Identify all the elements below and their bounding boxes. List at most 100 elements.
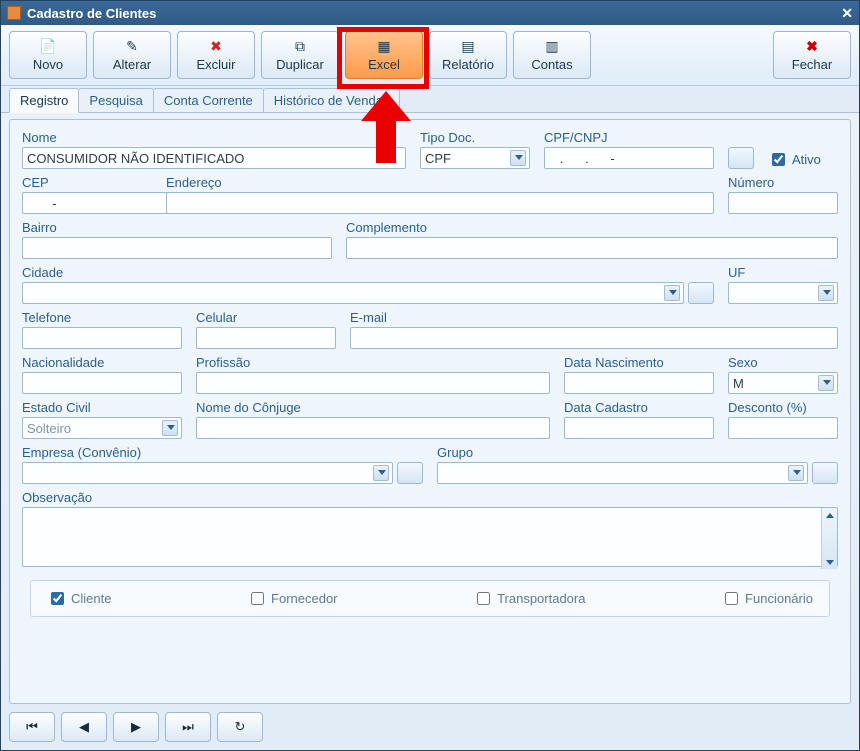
fechar-button[interactable]: ✖ Fechar: [773, 31, 851, 79]
excel-icon: ▦: [376, 39, 392, 55]
novo-label: Novo: [33, 57, 63, 72]
label-cpf-cnpj: CPF/CNPJ: [544, 130, 714, 145]
titlebar: Cadastro de Clientes ✕: [1, 1, 859, 25]
select-empresa[interactable]: [22, 462, 393, 484]
first-record-button[interactable]: ⏮: [9, 712, 55, 742]
label-fornecedor: Fornecedor: [271, 591, 337, 606]
label-profissao: Profissão: [196, 355, 550, 370]
checkbox-cliente[interactable]: Cliente: [47, 589, 111, 608]
input-endereco[interactable]: [166, 192, 714, 214]
record-navbar: ⏮ ◀ ▶ ⏭ ↻: [9, 712, 851, 742]
label-data-cadastro: Data Cadastro: [564, 400, 714, 415]
prev-record-button[interactable]: ◀: [61, 712, 107, 742]
label-endereco: Endereço: [166, 175, 714, 190]
lookup-doc-button[interactable]: [728, 147, 754, 169]
duplicar-button[interactable]: ⧉ Duplicar: [261, 31, 339, 79]
label-cliente: Cliente: [71, 591, 111, 606]
label-data-nascimento: Data Nascimento: [564, 355, 714, 370]
window-close-button[interactable]: ✕: [841, 5, 853, 22]
form-registro: Nome Tipo Doc. CPF/CNPJ: [9, 119, 851, 704]
contas-button[interactable]: ▥ Contas: [513, 31, 591, 79]
checkbox-transportadora-input[interactable]: [477, 592, 490, 605]
app-window: Cadastro de Clientes ✕ 📄 Novo ✎ Alterar …: [0, 0, 860, 751]
input-numero[interactable]: [728, 192, 838, 214]
lookup-empresa-button[interactable]: [397, 462, 423, 484]
alterar-button[interactable]: ✎ Alterar: [93, 31, 171, 79]
novo-button[interactable]: 📄 Novo: [9, 31, 87, 79]
duplicar-label: Duplicar: [276, 57, 324, 72]
tabbar: Registro Pesquisa Conta Corrente Históri…: [1, 86, 859, 113]
last-record-button[interactable]: ⏭: [165, 712, 211, 742]
label-uf: UF: [728, 265, 838, 280]
checkbox-funcionario[interactable]: Funcionário: [721, 589, 813, 608]
checkbox-fornecedor-input[interactable]: [251, 592, 264, 605]
excel-button[interactable]: ▦ Excel: [345, 31, 423, 79]
tab-registro[interactable]: Registro: [9, 88, 79, 113]
checkbox-cliente-input[interactable]: [51, 592, 64, 605]
input-bairro[interactable]: [22, 237, 332, 259]
lookup-grupo-button[interactable]: [812, 462, 838, 484]
label-nacionalidade: Nacionalidade: [22, 355, 182, 370]
label-cep: CEP: [22, 175, 152, 190]
label-cidade: Cidade: [22, 265, 714, 280]
next-record-button[interactable]: ▶: [113, 712, 159, 742]
label-transportadora: Transportadora: [497, 591, 585, 606]
tab-conta-corrente[interactable]: Conta Corrente: [153, 88, 264, 112]
copy-icon: ⧉: [292, 39, 308, 55]
input-complemento[interactable]: [346, 237, 838, 259]
checkbox-fornecedor[interactable]: Fornecedor: [247, 589, 337, 608]
input-nome-conjuge[interactable]: [196, 417, 550, 439]
edit-icon: ✎: [124, 39, 140, 55]
checkbox-ativo[interactable]: Ativo: [768, 150, 838, 169]
flags-panel: Cliente Fornecedor Transportadora Funcio…: [30, 580, 830, 617]
input-desconto[interactable]: [728, 417, 838, 439]
label-observacao: Observação: [22, 490, 838, 505]
select-tipo-doc[interactable]: [420, 147, 530, 169]
label-email: E-mail: [350, 310, 838, 325]
excluir-button[interactable]: ✖ Excluir: [177, 31, 255, 79]
checkbox-ativo-input[interactable]: [772, 153, 785, 166]
lookup-cidade-button[interactable]: [688, 282, 714, 304]
checkbox-funcionario-input[interactable]: [725, 592, 738, 605]
relatorio-button[interactable]: ▤ Relatório: [429, 31, 507, 79]
checkbox-transportadora[interactable]: Transportadora: [473, 589, 585, 608]
input-nacionalidade[interactable]: [22, 372, 182, 394]
contas-label: Contas: [531, 57, 572, 72]
select-estado-civil[interactable]: [22, 417, 182, 439]
label-nome: Nome: [22, 130, 406, 145]
label-nome-conjuge: Nome do Cônjuge: [196, 400, 550, 415]
label-celular: Celular: [196, 310, 336, 325]
label-empresa: Empresa (Convênio): [22, 445, 423, 460]
label-estado-civil: Estado Civil: [22, 400, 182, 415]
input-email[interactable]: [350, 327, 838, 349]
observacao-scrollbar[interactable]: [821, 508, 837, 569]
tab-pesquisa[interactable]: Pesquisa: [78, 88, 153, 112]
select-uf[interactable]: [728, 282, 838, 304]
scroll-down-icon[interactable]: [822, 555, 837, 569]
tab-historico-vendas[interactable]: Histórico de Vendas: [263, 88, 401, 112]
excluir-label: Excluir: [196, 57, 235, 72]
textarea-observacao[interactable]: [22, 507, 838, 567]
label-bairro: Bairro: [22, 220, 332, 235]
label-grupo: Grupo: [437, 445, 838, 460]
input-telefone[interactable]: [22, 327, 182, 349]
refresh-button[interactable]: ↻: [217, 712, 263, 742]
input-cpf-cnpj[interactable]: [544, 147, 714, 169]
label-funcionario: Funcionário: [745, 591, 813, 606]
input-nome[interactable]: [22, 147, 406, 169]
alterar-label: Alterar: [113, 57, 151, 72]
input-data-cadastro[interactable]: [564, 417, 714, 439]
window-title: Cadastro de Clientes: [27, 6, 156, 21]
label-numero: Número: [728, 175, 838, 190]
label-tipo-doc: Tipo Doc.: [420, 130, 530, 145]
input-data-nascimento[interactable]: [564, 372, 714, 394]
toolbar: 📄 Novo ✎ Alterar ✖ Excluir ⧉ Duplicar ▦ …: [1, 25, 859, 86]
select-cidade[interactable]: [22, 282, 684, 304]
select-sexo[interactable]: [728, 372, 838, 394]
input-profissao[interactable]: [196, 372, 550, 394]
report-icon: ▤: [460, 39, 476, 55]
select-grupo[interactable]: [437, 462, 808, 484]
input-celular[interactable]: [196, 327, 336, 349]
close-x-icon: ✖: [804, 39, 820, 55]
scroll-up-icon[interactable]: [822, 508, 837, 522]
